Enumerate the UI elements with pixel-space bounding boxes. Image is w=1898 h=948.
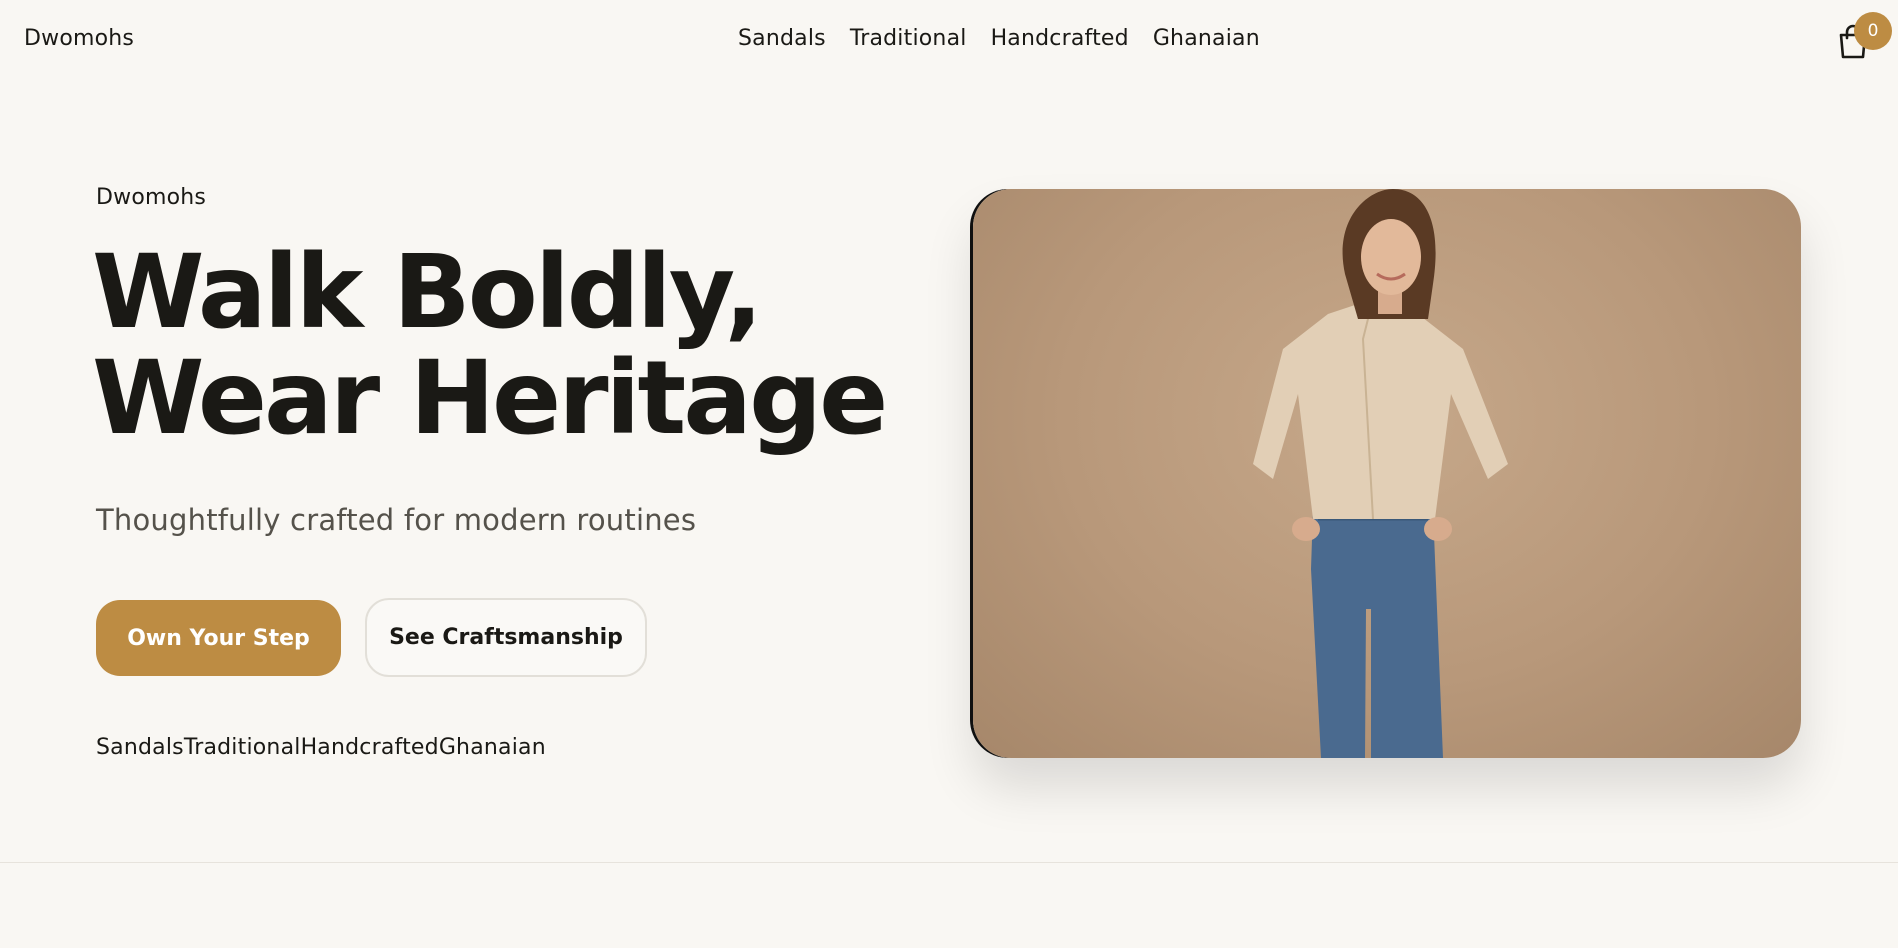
nav-link-traditional[interactable]: Traditional <box>850 26 967 51</box>
nav-link-ghanaian[interactable]: Ghanaian <box>1153 26 1260 51</box>
model-figure <box>1253 189 1508 758</box>
tag-ghanaian: Ghanaian <box>438 735 546 760</box>
nav-link-handcrafted[interactable]: Handcrafted <box>991 26 1129 51</box>
brand-logo[interactable]: Dwomohs <box>24 26 134 51</box>
cart-button[interactable]: 0 <box>1834 12 1892 64</box>
hero-headline-line-2: Wear Heritage <box>92 339 888 458</box>
own-your-step-button[interactable]: Own Your Step <box>96 600 341 676</box>
see-craftsmanship-button[interactable]: See Craftsmanship <box>365 598 647 677</box>
top-navigation: Dwomohs Sandals Traditional Handcrafted … <box>0 0 1898 84</box>
hero-headline-line-1: Walk Boldly, <box>92 233 763 352</box>
nav-link-sandals[interactable]: Sandals <box>738 26 826 51</box>
section-divider <box>0 862 1898 863</box>
tag-sandals: Sandals <box>96 735 184 760</box>
hero-tags: Sandals Traditional Handcrafted Ghanaian <box>96 735 546 760</box>
cart-count-badge: 0 <box>1854 12 1892 50</box>
hero-subtitle: Thoughtfully crafted for modern routines <box>96 503 697 537</box>
tag-traditional: Traditional <box>183 735 301 760</box>
tag-handcrafted: Handcrafted <box>300 735 439 760</box>
hero-eyebrow: Dwomohs <box>96 185 207 210</box>
nav-links: Sandals Traditional Handcrafted Ghanaian <box>738 26 1260 51</box>
hero-headline: Walk Boldly, Wear Heritage <box>92 240 912 452</box>
hero-model-photo <box>973 189 1801 758</box>
